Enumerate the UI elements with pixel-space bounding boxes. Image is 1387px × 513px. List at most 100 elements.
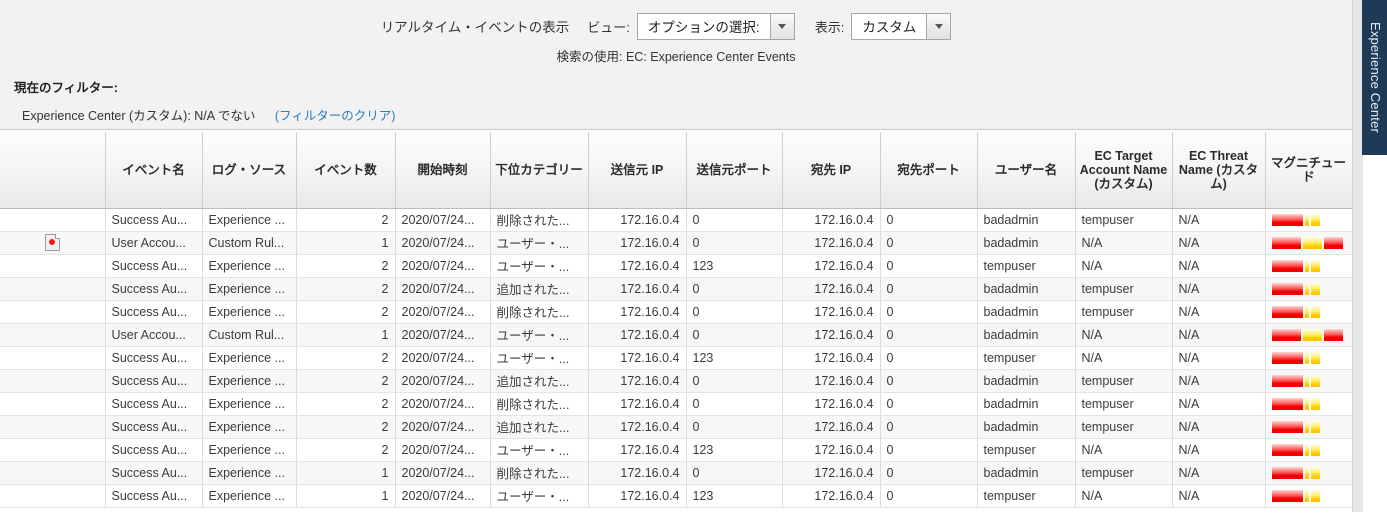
cell-evcnt: 2	[296, 208, 396, 232]
cell-logsrc: Experience ...	[202, 461, 297, 485]
cell-srcport: 0	[686, 415, 783, 439]
cell-start: 2020/07/24...	[395, 300, 491, 324]
magnitude-bar	[1271, 420, 1346, 433]
cell-evcnt: 1	[296, 461, 396, 485]
cell-user: badadmin	[977, 208, 1076, 232]
cell-srcip: 172.16.0.4	[588, 300, 687, 324]
column-header-srcport[interactable]: 送信元ポート	[686, 132, 783, 209]
cell-ecthr: N/A	[1172, 300, 1266, 324]
table-row[interactable]: Success Au... Experience ... 1 2020/07/24..…	[0, 461, 1352, 485]
column-header-dstip[interactable]: 宛先 IP	[782, 132, 881, 209]
magnitude-segment-red	[1271, 282, 1303, 295]
cell-evcnt: 1	[296, 484, 396, 508]
magnitude-segment-red	[1271, 489, 1303, 502]
cell-srcport: 123	[686, 438, 783, 462]
cell-start: 2020/07/24...	[395, 392, 491, 416]
column-header-evname[interactable]: イベント名	[105, 132, 203, 209]
table-row[interactable]: Success Au... Experience ... 2 2020/07/24..…	[0, 277, 1352, 301]
cell-dstport: 0	[880, 415, 978, 439]
cell-flag	[0, 392, 106, 416]
table-row[interactable]: Success Au... Experience ... 2 2020/07/24..…	[0, 438, 1352, 462]
clear-filter-link[interactable]: (フィルターのクリア)	[275, 109, 396, 123]
cell-user: badadmin	[977, 300, 1076, 324]
column-header-logsrc[interactable]: ログ・ソース	[202, 132, 297, 209]
magnitude-bar	[1271, 443, 1346, 456]
cell-logsrc: Experience ...	[202, 438, 297, 462]
table-row[interactable]: Success Au... Experience ... 2 2020/07/24..…	[0, 208, 1352, 232]
cell-ectgt: N/A	[1075, 346, 1173, 370]
cell-subcat: ユーザー・...	[490, 323, 589, 347]
magnitude-segment-yellow	[1304, 466, 1309, 479]
cell-mag	[1265, 369, 1352, 393]
magnitude-segment-red	[1324, 328, 1344, 341]
column-header-ectgt[interactable]: EC Target Account Name (カスタム)	[1075, 132, 1173, 209]
chevron-down-icon[interactable]	[926, 12, 952, 40]
cell-subcat: 削除された...	[490, 208, 589, 232]
magnitude-segment-yellow	[1304, 420, 1309, 433]
display-dropdown[interactable]: カスタム	[851, 12, 952, 40]
magnitude-segment-yellow	[1304, 489, 1309, 502]
magnitude-bar	[1271, 351, 1346, 364]
table-row[interactable]: Success Au... Experience ... 2 2020/07/24..…	[0, 392, 1352, 416]
table-row[interactable]: Success Au... Experience ... 2 2020/07/24..…	[0, 346, 1352, 370]
column-header-subcat[interactable]: 下位カテゴリー	[490, 132, 589, 209]
view-dropdown-value[interactable]: オプションの選択:	[636, 12, 770, 40]
cell-logsrc: Experience ...	[202, 415, 297, 439]
view-label: ビュー:	[587, 19, 630, 35]
column-header-flag[interactable]	[0, 132, 106, 209]
column-header-user[interactable]: ユーザー名	[977, 132, 1076, 209]
cell-mag	[1265, 254, 1352, 278]
cell-srcport: 123	[686, 254, 783, 278]
cell-dstport: 0	[880, 300, 978, 324]
cell-logsrc: Experience ...	[202, 369, 297, 393]
column-header-mag[interactable]: マグニチュード	[1265, 132, 1352, 209]
magnitude-bar	[1271, 213, 1346, 226]
chevron-down-icon[interactable]	[769, 12, 795, 40]
search-in-use-line: 検索の使用: EC: Experience Center Events	[0, 44, 1352, 65]
table-row[interactable]: Success Au... Experience ... 2 2020/07/24..…	[0, 415, 1352, 439]
table-row[interactable]: Success Au... Experience ... 2 2020/07/24..…	[0, 254, 1352, 278]
experience-center-tab[interactable]: Experience Center	[1362, 0, 1387, 155]
cell-srcport: 0	[686, 369, 783, 393]
column-header-start[interactable]: 開始時刻	[395, 132, 491, 209]
table-row[interactable]: User Accou... Custom Rul... 1 2020/07/24...…	[0, 231, 1352, 255]
cell-srcip: 172.16.0.4	[588, 231, 687, 255]
cell-dstport: 0	[880, 438, 978, 462]
cell-user: badadmin	[977, 277, 1076, 301]
magnitude-segment-yellow	[1304, 305, 1309, 318]
cell-dstport: 0	[880, 461, 978, 485]
cell-logsrc: Experience ...	[202, 277, 297, 301]
event-flag-icon[interactable]	[44, 234, 60, 251]
cell-dstip: 172.16.0.4	[782, 346, 881, 370]
display-dropdown-value[interactable]: カスタム	[851, 12, 927, 40]
table-row[interactable]: Success Au... Experience ... 1 2020/07/24..…	[0, 484, 1352, 508]
magnitude-segment-yellow	[1310, 443, 1320, 456]
cell-start: 2020/07/24...	[395, 438, 491, 462]
cell-logsrc: Experience ...	[202, 208, 297, 232]
cell-ecthr: N/A	[1172, 415, 1266, 439]
cell-start: 2020/07/24...	[395, 369, 491, 393]
cell-dstport: 0	[880, 323, 978, 347]
cell-evname: User Accou...	[105, 323, 203, 347]
table-row[interactable]: Success Au... Experience ... 2 2020/07/24..…	[0, 300, 1352, 324]
column-header-evcnt[interactable]: イベント数	[296, 132, 396, 209]
cell-flag	[0, 323, 106, 347]
magnitude-segment-yellow	[1304, 443, 1309, 456]
cell-ecthr: N/A	[1172, 369, 1266, 393]
cell-logsrc: Experience ...	[202, 300, 297, 324]
cell-srcport: 123	[686, 346, 783, 370]
column-header-dstport[interactable]: 宛先ポート	[880, 132, 978, 209]
cell-dstip: 172.16.0.4	[782, 461, 881, 485]
view-dropdown[interactable]: オプションの選択:	[636, 12, 795, 40]
table-row[interactable]: User Accou... Custom Rul... 1 2020/07/24...…	[0, 323, 1352, 347]
cell-ectgt: N/A	[1075, 323, 1173, 347]
events-table-container[interactable]: イベント名 ログ・ソース イベント数 開始時刻 下位カテゴリー 送信元 IP 送信元ポート宛…	[0, 131, 1352, 513]
column-header-ecthr[interactable]: EC Threat Name (カスタム)	[1172, 132, 1266, 209]
column-header-srcip[interactable]: 送信元 IP	[588, 132, 687, 209]
magnitude-segment-red	[1271, 305, 1303, 318]
cell-start: 2020/07/24...	[395, 323, 491, 347]
cell-dstport: 0	[880, 392, 978, 416]
cell-user: badadmin	[977, 461, 1076, 485]
table-row[interactable]: Success Au... Experience ... 2 2020/07/24..…	[0, 369, 1352, 393]
cell-dstip: 172.16.0.4	[782, 438, 881, 462]
